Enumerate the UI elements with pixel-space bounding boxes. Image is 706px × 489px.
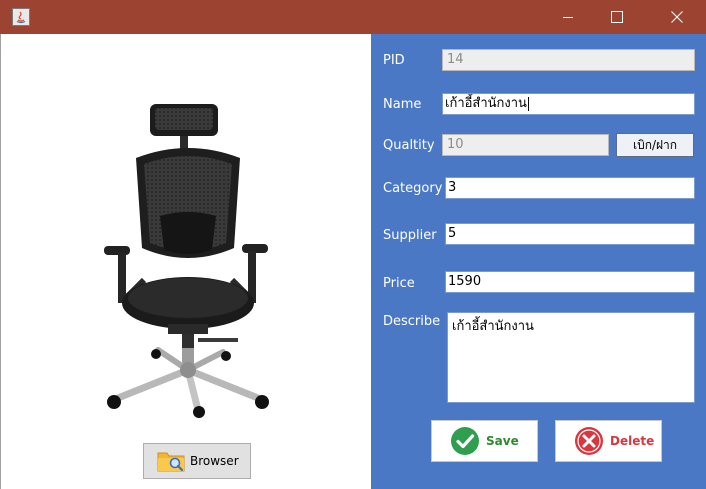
product-form: PID 14 Name เก้าอี้สำนักงาน Qualtity 10 … bbox=[371, 34, 706, 489]
price-label: Price bbox=[383, 276, 415, 291]
describe-label: Describe bbox=[383, 314, 441, 329]
folder-search-icon bbox=[157, 452, 185, 472]
window-titlebar[interactable] bbox=[0, 0, 706, 34]
image-panel: Browser bbox=[3, 34, 371, 489]
minimize-button[interactable] bbox=[545, 0, 591, 34]
name-field[interactable]: เก้าอี้สำนักงาน bbox=[442, 93, 695, 115]
text-caret bbox=[527, 96, 529, 111]
office-chair-image bbox=[104, 104, 269, 418]
check-circle-icon bbox=[451, 427, 479, 455]
pid-label: PID bbox=[383, 53, 405, 68]
category-label: Category bbox=[383, 181, 443, 196]
supplier-field[interactable]: 5 bbox=[445, 223, 695, 245]
java-icon[interactable] bbox=[12, 8, 30, 26]
x-circle-icon bbox=[575, 427, 603, 455]
quantity-field: 10 bbox=[442, 134, 609, 156]
delete-label: Delete bbox=[610, 434, 655, 448]
minimize-icon bbox=[563, 17, 573, 18]
maximize-button[interactable] bbox=[594, 0, 640, 34]
browse-button[interactable]: Browser bbox=[143, 443, 251, 479]
name-value: เก้าอี้สำนักงาน bbox=[445, 96, 527, 111]
withdraw-deposit-button[interactable]: เบิก/ฝาก bbox=[616, 133, 694, 157]
supplier-label: Supplier bbox=[383, 228, 437, 243]
save-button[interactable]: Save bbox=[431, 420, 538, 462]
name-label: Name bbox=[383, 97, 422, 112]
pid-field: 14 bbox=[442, 49, 695, 71]
delete-button[interactable]: Delete bbox=[555, 420, 662, 462]
describe-textarea[interactable]: เก้าอี้สำนักงาน bbox=[447, 312, 695, 403]
browse-label: Browser bbox=[190, 454, 239, 468]
maximize-icon bbox=[611, 11, 623, 23]
quantity-label: Qualtity bbox=[383, 138, 435, 153]
close-icon bbox=[671, 11, 683, 23]
price-field[interactable]: 1590 bbox=[445, 271, 695, 293]
save-label: Save bbox=[486, 434, 519, 448]
close-button[interactable] bbox=[654, 0, 700, 34]
category-field[interactable]: 3 bbox=[445, 177, 695, 199]
